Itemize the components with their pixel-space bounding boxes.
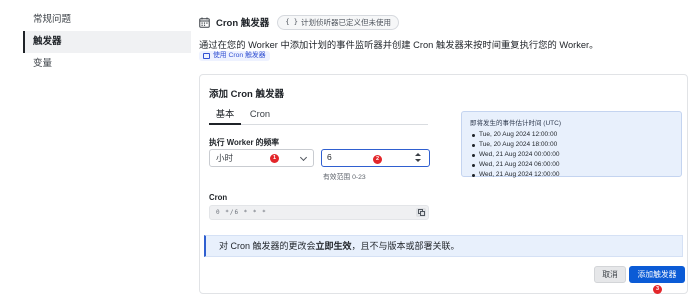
page-header: Cron 触发器 { } 计划侦听器已定义但未使用 (199, 14, 399, 30)
add-cron-trigger-card: 添加 Cron 触发器 基本 Cron 执行 Worker 的频率 小时 6 有… (199, 74, 688, 294)
sidebar: 常规问题 触发器 变量 (23, 9, 191, 75)
step-marker-3: 3 (653, 285, 662, 294)
documentation-link[interactable]: 使用 Cron 触发器 (199, 51, 270, 61)
stepper-down-icon[interactable] (415, 159, 421, 162)
step-marker-1: 1 (270, 154, 279, 163)
frequency-number-value: 6 (327, 152, 332, 162)
cancel-button[interactable]: 取消 (594, 266, 626, 283)
card-title: 添加 Cron 触发器 (209, 89, 284, 100)
frequency-unit-select[interactable]: 小时 (209, 149, 314, 167)
sidebar-item-general[interactable]: 常规问题 (23, 9, 191, 31)
cron-label: Cron (209, 193, 228, 202)
list-item: Wed, 21 Aug 2024 06:00:00 (470, 160, 673, 170)
documentation-link-label: 使用 Cron 触发器 (213, 52, 266, 59)
status-badge-label: 计划侦听器已定义但未使用 (300, 17, 391, 27)
upcoming-events-panel: 即将发生的事件估计时间 (UTC) Tue, 20 Aug 2024 12:00… (461, 111, 682, 180)
tab-basic[interactable]: 基本 (209, 106, 241, 125)
upcoming-events-list: Tue, 20 Aug 2024 12:00:00 Tue, 20 Aug 20… (470, 130, 673, 180)
copy-icon[interactable] (416, 208, 426, 217)
notice-suffix: ，且不与版本或部署关联。 (351, 241, 460, 251)
stepper-up-icon[interactable] (415, 153, 421, 156)
list-item: Tue, 20 Aug 2024 18:00:00 (470, 140, 673, 150)
add-trigger-button[interactable]: 添加触发器 (629, 266, 685, 283)
docs-icon (203, 53, 210, 59)
list-item: Wed, 21 Aug 2024 12:00:00 (470, 170, 673, 180)
code-braces-icon: { } (285, 17, 298, 26)
sidebar-item-triggers[interactable]: 触发器 (23, 31, 191, 53)
chevron-down-icon (299, 153, 308, 162)
cron-expression-field: 0 */6 * * * (209, 205, 429, 220)
calendar-icon (199, 17, 210, 28)
immediate-effect-notice: 对 Cron 触发器的更改会立即生效，且不与版本或部署关联。 (204, 235, 683, 257)
page-title: Cron 触发器 (216, 18, 270, 29)
frequency-label: 执行 Worker 的频率 (209, 138, 280, 147)
tab-cron[interactable]: Cron (249, 106, 271, 125)
frequency-unit-value: 小时 (216, 153, 234, 163)
tab-bar: 基本 Cron (209, 106, 428, 125)
notice-bold: 立即生效 (315, 241, 352, 251)
cron-expression-value: 0 */6 * * * (216, 209, 267, 216)
valid-range-hint: 有效范围 0-23 (323, 174, 366, 181)
status-badge: { } 计划侦听器已定义但未使用 (277, 14, 399, 30)
list-item: Wed, 21 Aug 2024 00:00:00 (470, 150, 673, 160)
number-stepper[interactable] (415, 152, 422, 164)
page-description: 通过在您的 Worker 中添加计划的事件监听器并创建 Cron 触发器来按时间… (199, 40, 599, 50)
sidebar-item-variables[interactable]: 变量 (23, 53, 191, 75)
list-item: Tue, 20 Aug 2024 12:00:00 (470, 130, 673, 140)
upcoming-events-title: 即将发生的事件估计时间 (UTC) (470, 120, 561, 127)
notice-prefix: 对 Cron 触发器的更改会 (219, 241, 316, 251)
step-marker-2: 2 (373, 155, 382, 164)
